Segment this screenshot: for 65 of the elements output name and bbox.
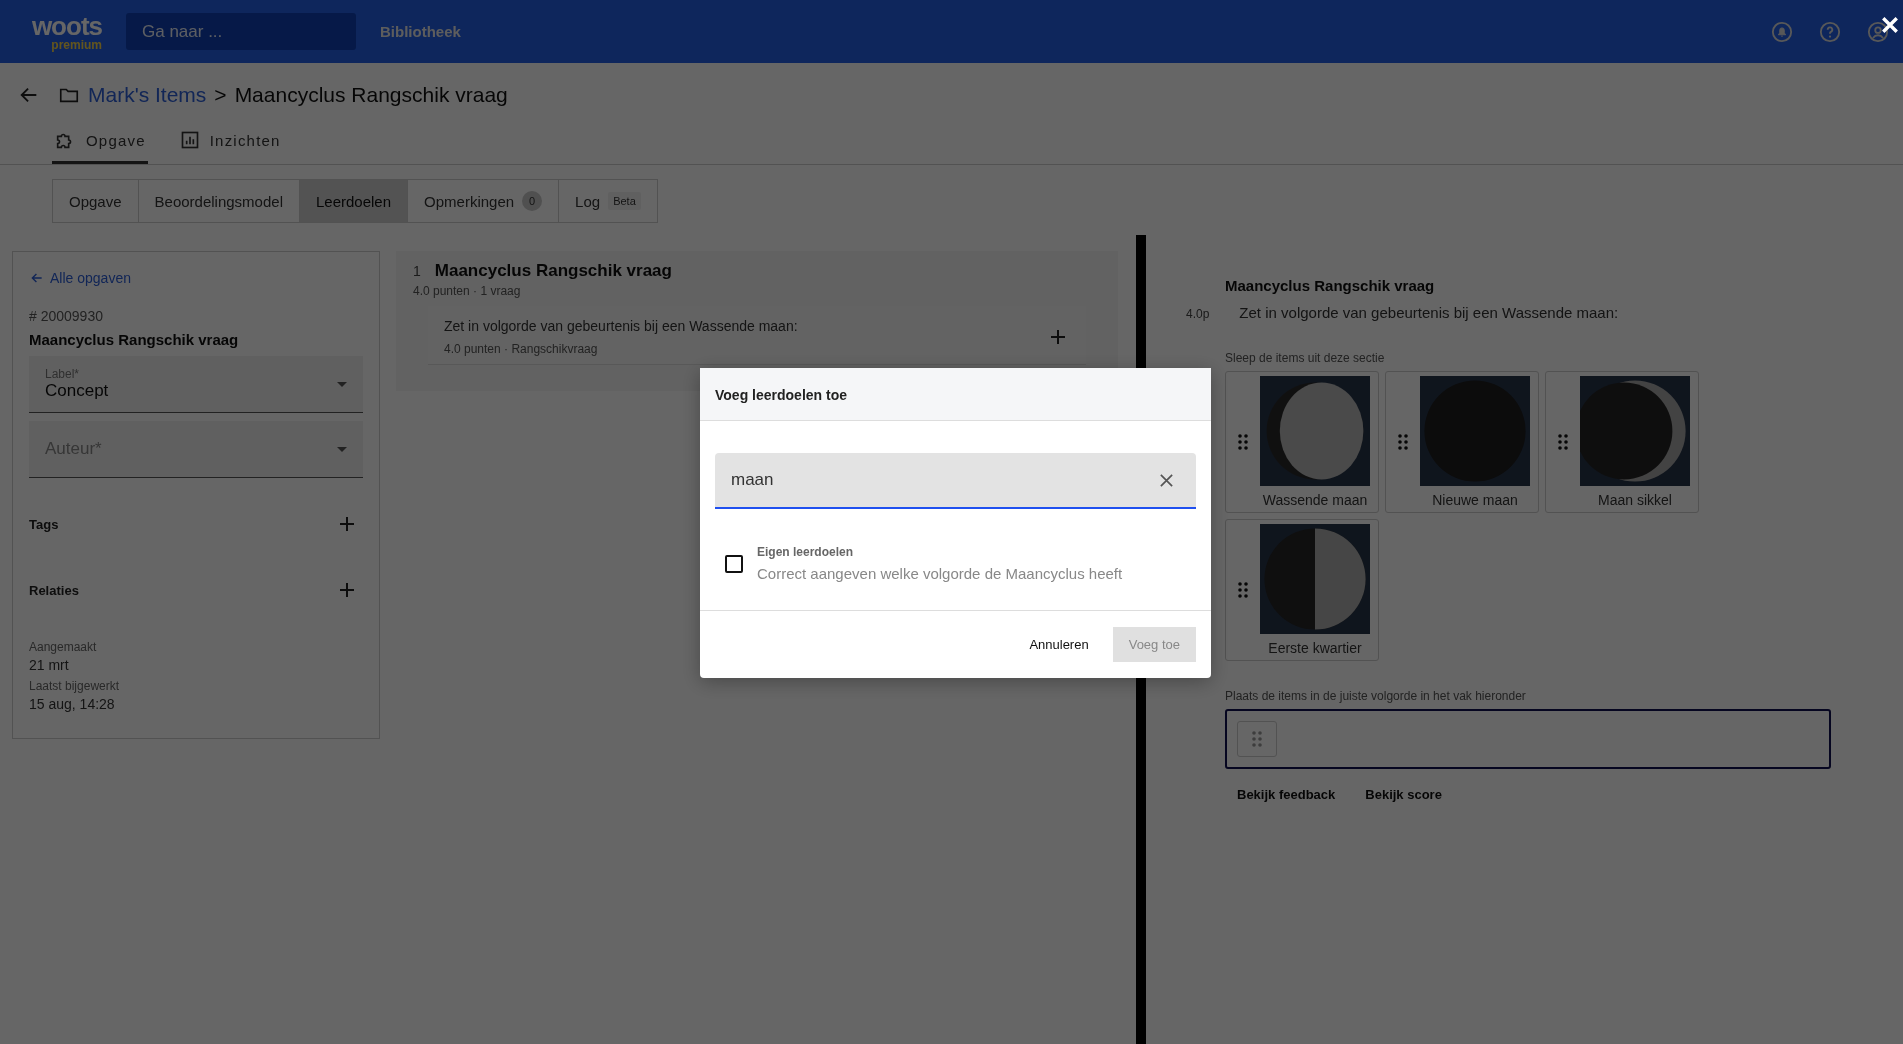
plus-icon[interactable]	[1050, 329, 1066, 345]
search-field[interactable]: maan	[715, 453, 1196, 509]
section-label: Plaats de items in de juiste volgorde in het vak hieronder	[1225, 689, 1527, 703]
question-text: Zet in volgorde van gebeurtenis bij een Wassende maan:	[444, 318, 799, 334]
dialog-title: Voeg leerdoelen toe	[715, 387, 847, 403]
drag-handle-icon[interactable]	[1237, 721, 1277, 757]
meta-value: 21 mrt	[29, 657, 70, 673]
help-icon[interactable]	[1819, 20, 1841, 43]
bell-icon[interactable]	[1771, 20, 1793, 43]
drop-zone[interactable]	[1225, 709, 1831, 769]
question-prompt: Zet in volgorde van gebeurtenis bij een Wassende maan:	[1239, 304, 1619, 321]
drag-handle-icon[interactable]	[1558, 434, 1568, 450]
points-label: 4.0p	[1186, 307, 1210, 321]
meta-label: Aangemaakt	[29, 640, 98, 654]
option-group-label: Eigen leerdoelen	[757, 545, 855, 559]
tag-badge: Beta	[608, 192, 641, 210]
question-title: Maancyclus Rangschik vraag	[434, 261, 672, 281]
checkbox[interactable]	[725, 554, 743, 573]
logo-text[interactable]: woots	[31, 12, 102, 39]
drag-handle-icon[interactable]	[1238, 434, 1248, 450]
clear-icon[interactable]	[1159, 473, 1174, 488]
section-heading: Relaties	[29, 582, 79, 598]
tab[interactable]: Inzichten	[177, 123, 283, 164]
field-value: Concept	[45, 381, 110, 401]
action-button[interactable]: Bekijk score	[1353, 781, 1454, 808]
meta-label: Laatst bijgewerkt	[29, 679, 121, 693]
meta-value: 15 aug, 14:28	[29, 696, 116, 712]
page-title: Maancyclus Rangschik vraag	[234, 83, 508, 107]
back-arrow-icon	[30, 271, 44, 285]
card-label: Wassende maan	[1262, 492, 1368, 508]
draggable-card[interactable]: Nieuwe maan	[1385, 371, 1539, 513]
logo-subtext: premium	[51, 38, 102, 51]
draggable-card[interactable]: Wassende maan	[1225, 371, 1379, 513]
tab[interactable]: Opgave	[52, 123, 148, 164]
item-title: Maancyclus Rangschik vraag	[29, 331, 240, 348]
plus-icon[interactable]	[339, 516, 355, 532]
card-label: Maan sikkel	[1598, 492, 1672, 508]
dropdown-caret-icon	[337, 446, 347, 452]
dialog-button[interactable]: Annuleren	[1013, 627, 1105, 662]
tab[interactable]: Leerdoelen	[299, 180, 409, 222]
draggable-card[interactable]: Eerste kwartier	[1225, 519, 1379, 661]
section-heading: Tags	[29, 516, 59, 532]
plus-icon[interactable]	[339, 582, 355, 598]
dropdown-caret-icon	[337, 381, 347, 387]
preview-title: Maancyclus Rangschik vraag	[1225, 277, 1436, 294]
question-meta: 4.0 punten · 1 vraag	[413, 284, 522, 298]
drag-handle-icon[interactable]	[1238, 582, 1248, 598]
option-label: Correct aangeven welke volgorde de Maancyclus heeft	[757, 565, 1123, 582]
card-label: Eerste kwartier	[1268, 640, 1362, 656]
breadcrumb-separator: >	[214, 83, 227, 107]
draggable-card[interactable]: Maan sikkel	[1545, 371, 1699, 513]
search-field[interactable]: Ga naar ...	[126, 13, 356, 50]
card-label: Nieuwe maan	[1432, 492, 1518, 508]
back-link[interactable]: Alle opgaven	[29, 268, 363, 286]
close-icon[interactable]	[1881, 16, 1899, 34]
section-label: Sleep de items uit deze sectie	[1225, 351, 1386, 365]
question-meta: 4.0 punten · Rangschikvraag	[444, 342, 599, 356]
action-button[interactable]: Bekijk feedback	[1225, 781, 1348, 808]
item-id: # 20009930	[29, 308, 104, 324]
question-number: 1	[413, 263, 421, 279]
user-icon[interactable]	[1867, 20, 1889, 43]
breadcrumb-link[interactable]: Mark's Items	[88, 83, 207, 107]
drag-handle-icon[interactable]	[1398, 434, 1408, 450]
nav-link[interactable]: Bibliotheek	[380, 23, 461, 40]
bar-chart-icon	[179, 130, 200, 150]
